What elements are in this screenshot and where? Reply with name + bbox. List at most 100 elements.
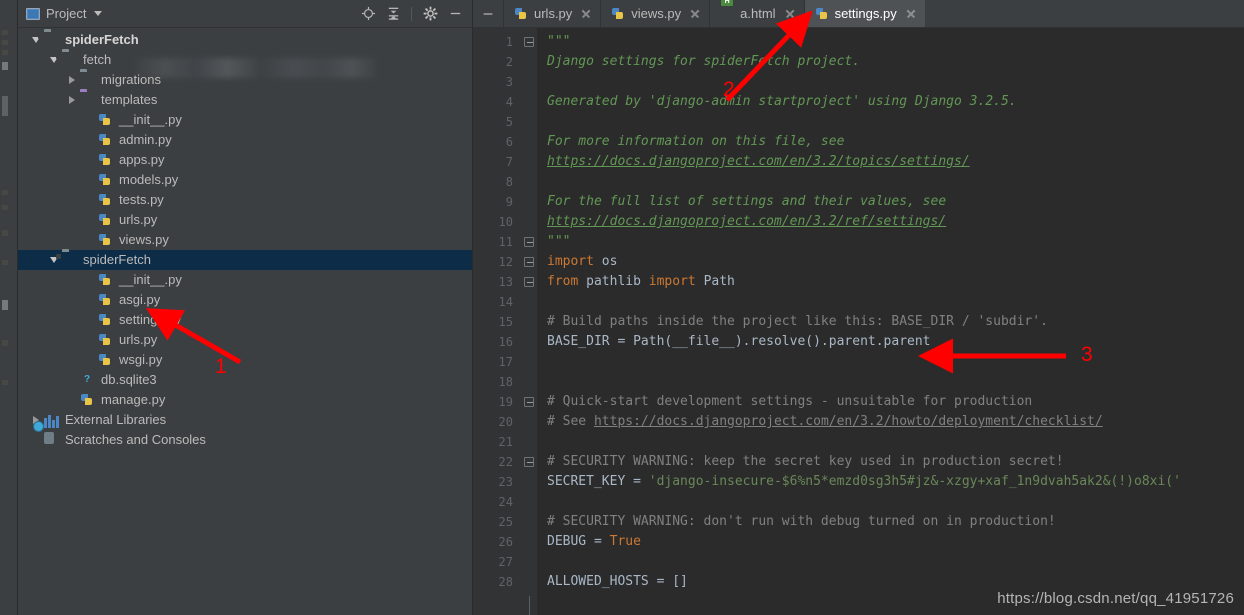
tree-item-urls-py[interactable]: urls.py <box>18 210 472 230</box>
editor-tab-a-html[interactable]: a.html <box>709 0 803 27</box>
code-line: # Quick-start development settings - uns… <box>547 394 1033 409</box>
tree-toggle-spacer <box>84 354 96 366</box>
project-file-tree[interactable]: spiderFetch fetch migrations templates __ini… <box>18 28 472 615</box>
fold-marker-slot <box>521 572 537 592</box>
fold-marker-slot <box>521 132 537 152</box>
line-number: 15 <box>498 315 513 329</box>
tree-item-external-libraries[interactable]: External Libraries <box>18 410 472 430</box>
folder-icon <box>80 72 96 88</box>
fold-marker-slot[interactable] <box>521 32 537 52</box>
code-editor[interactable]: 1 2 3 4 5 6 7 8 9 10 11 12 13 14 15 16 17 18 19 20 21 22 23 24 2… <box>473 28 1244 615</box>
html-file-icon <box>720 6 734 21</box>
line-number: 27 <box>498 555 513 569</box>
tree-item--init-py[interactable]: __init__.py <box>18 270 472 290</box>
fold-marker-slot[interactable] <box>521 272 537 292</box>
scratches-icon <box>44 432 60 448</box>
editor-tab-settings-py[interactable]: settings.py <box>803 0 925 27</box>
locate-icon[interactable] <box>357 3 379 25</box>
editor-minimize-icon[interactable] <box>473 0 503 27</box>
tree-item-wsgi-py[interactable]: wsgi.py <box>18 350 472 370</box>
tree-item-label: templates <box>101 92 158 107</box>
tree-item-spiderfetch[interactable]: spiderFetch <box>18 250 472 270</box>
tree-item-label: Scratches and Consoles <box>65 432 206 447</box>
tree-item-tests-py[interactable]: tests.py <box>18 190 472 210</box>
minimize-icon[interactable] <box>444 3 466 25</box>
python-icon <box>98 192 114 208</box>
fold-marker-slot[interactable] <box>521 252 537 272</box>
tree-item-fetch[interactable]: fetch <box>18 50 472 70</box>
tree-toggle-spacer <box>84 214 96 226</box>
fold-marker-slot <box>521 192 537 212</box>
line-number: 12 <box>498 255 513 269</box>
tree-item-manage-py[interactable]: manage.py <box>18 390 472 410</box>
tree-item--init-py[interactable]: __init__.py <box>18 110 472 130</box>
code-fold-column[interactable] <box>521 28 537 615</box>
line-number: 4 <box>505 95 513 109</box>
fold-collapse-icon <box>524 457 534 467</box>
python-icon <box>80 392 96 408</box>
tree-item-spiderfetch[interactable]: spiderFetch <box>18 30 472 50</box>
tree-item-label: apps.py <box>119 152 165 167</box>
fold-marker-slot <box>521 292 537 312</box>
tree-item-settings-py[interactable]: settings.py <box>18 310 472 330</box>
tree-item-models-py[interactable]: models.py <box>18 170 472 190</box>
line-number: 3 <box>505 75 513 89</box>
fold-collapse-icon <box>524 257 534 267</box>
tree-item-label: External Libraries <box>65 412 167 427</box>
collapse-all-icon[interactable] <box>382 3 404 25</box>
line-number: 5 <box>505 115 513 129</box>
code-content[interactable]: """ Django settings for spiderFetch proje… <box>537 28 1244 615</box>
editor-tab-urls-py[interactable]: urls.py <box>503 0 600 27</box>
tree-item-urls-py[interactable]: urls.py <box>18 330 472 350</box>
tree-item-label: asgi.py <box>119 292 161 307</box>
close-icon[interactable] <box>689 8 701 20</box>
tree-item-label: fetch <box>83 52 112 67</box>
tree-toggle-spacer <box>84 174 96 186</box>
python-file-icon <box>514 6 528 21</box>
db-icon <box>80 372 96 388</box>
fold-marker-slot[interactable] <box>521 392 537 412</box>
project-panel-title: Project <box>46 6 87 21</box>
project-title-dropdown[interactable]: Project <box>26 6 103 21</box>
tree-item-label: __init__.py <box>119 272 182 287</box>
tree-item-scratches-and-consoles[interactable]: Scratches and Consoles <box>18 430 472 450</box>
fold-marker-slot[interactable] <box>521 452 537 472</box>
tree-item-apps-py[interactable]: apps.py <box>18 150 472 170</box>
tree-item-views-py[interactable]: views.py <box>18 230 472 250</box>
fold-marker-slot <box>521 172 537 192</box>
editor-area: urls.py views.py a.html settings.py 1234567… <box>473 0 1244 615</box>
editor-tab-views-py[interactable]: views.py <box>600 0 709 27</box>
fold-collapse-icon <box>524 237 534 247</box>
tree-toggle-spacer <box>84 134 96 146</box>
fold-marker-slot[interactable] <box>521 232 537 252</box>
python-icon <box>98 312 114 328</box>
line-number: 2 <box>505 55 513 69</box>
close-icon[interactable] <box>905 8 917 20</box>
tree-toggle-spacer <box>84 314 96 326</box>
close-icon[interactable] <box>784 8 796 20</box>
tree-item-templates[interactable]: templates <box>18 90 472 110</box>
tree-toggle-spacer <box>84 274 96 286</box>
line-number: 22 <box>498 455 513 469</box>
tree-item-asgi-py[interactable]: asgi.py <box>18 290 472 310</box>
tree-item-db-sqlite3[interactable]: db.sqlite3 <box>18 370 472 390</box>
line-number: 26 <box>498 535 513 549</box>
fold-collapse-icon <box>524 277 534 287</box>
tree-item-label: tests.py <box>119 192 164 207</box>
close-icon[interactable] <box>580 8 592 20</box>
gear-icon[interactable] <box>419 3 441 25</box>
fold-collapse-icon <box>524 37 534 47</box>
tree-item-label: db.sqlite3 <box>101 372 157 387</box>
editor-tab-bar: urls.py views.py a.html settings.py <box>473 0 1244 28</box>
fold-guide-line <box>528 596 530 615</box>
tree-item-admin-py[interactable]: admin.py <box>18 130 472 150</box>
line-number: 20 <box>498 415 513 429</box>
line-number: 18 <box>498 375 513 389</box>
tree-toggle-spacer <box>66 374 78 386</box>
tree-item-migrations[interactable]: migrations <box>18 70 472 90</box>
fold-marker-slot <box>521 532 537 552</box>
